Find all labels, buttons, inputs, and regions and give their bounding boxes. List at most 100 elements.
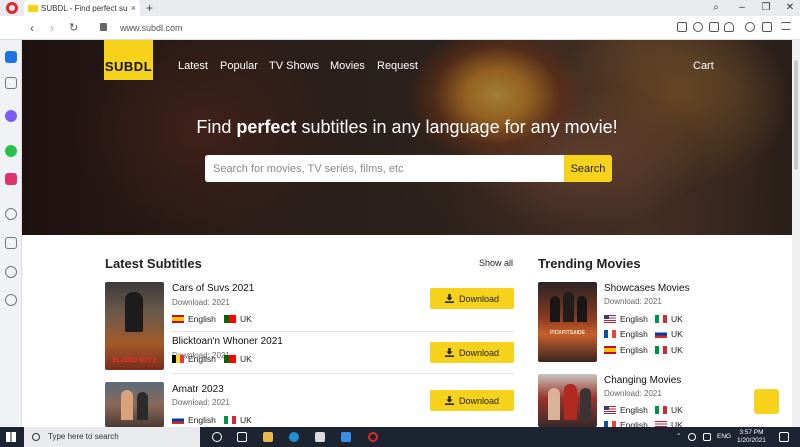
italy-flag-icon — [224, 416, 236, 424]
italy-flag-icon — [655, 346, 667, 354]
subtitle-title[interactable]: Blicktoan'n Whoner 2021 — [172, 336, 283, 347]
france-flag-icon — [604, 330, 616, 338]
movie-title[interactable]: Showcases Movies — [604, 283, 690, 294]
search-input[interactable] — [205, 155, 565, 182]
download-icon — [444, 396, 454, 405]
language-label: English — [620, 314, 648, 324]
opera-logo-icon[interactable] — [6, 2, 18, 14]
forward-icon[interactable]: › — [50, 20, 54, 36]
edge-icon[interactable] — [289, 432, 299, 442]
opera-taskbar-icon[interactable] — [368, 432, 378, 442]
language-label: UK — [671, 329, 683, 339]
mail-icon[interactable] — [341, 432, 351, 442]
new-tab-button[interactable]: + — [146, 0, 153, 16]
close-window-icon[interactable]: ✕ — [780, 0, 800, 16]
whatsapp-icon[interactable] — [5, 145, 17, 157]
notifications-icon[interactable] — [779, 432, 789, 442]
russia-flag-icon — [172, 416, 184, 424]
browser-window: SUBDL - Find perfect subtit × + ⌕ – ❐ ✕ … — [0, 0, 800, 447]
clock[interactable]: 3:57 PM 1/20/2021 — [737, 429, 766, 445]
zoom-icon[interactable] — [745, 22, 755, 32]
cortana-icon[interactable] — [212, 432, 222, 442]
movie-poster[interactable]: BLADED SUY 2 — [105, 282, 164, 370]
tab-bar: SUBDL - Find perfect subtit × + ⌕ – ❐ ✕ — [0, 0, 800, 16]
nav-popular[interactable]: Popular — [220, 60, 258, 72]
shield-icon[interactable] — [693, 22, 703, 32]
italy-flag-icon — [655, 406, 667, 414]
latest-subtitles-heading: Latest Subtitles — [105, 256, 202, 271]
settings-gear-icon[interactable] — [5, 294, 17, 306]
scrollbar-thumb[interactable] — [794, 60, 798, 170]
show-all-link[interactable]: Show all — [479, 258, 513, 268]
nav-tv-shows[interactable]: TV Shows — [269, 60, 319, 72]
back-icon[interactable]: ‹ — [30, 20, 34, 36]
tray-arrow-icon[interactable]: ⌃ — [676, 433, 681, 441]
reload-icon[interactable]: ↻ — [69, 20, 78, 36]
movie-poster[interactable]: PICKPITSAIDE — [538, 282, 597, 362]
subtitle-title[interactable]: Amatr 2023 — [172, 384, 224, 395]
volume-icon[interactable] — [703, 433, 711, 441]
language-label: English — [188, 415, 216, 425]
site-logo[interactable]: SUBDL — [104, 40, 153, 80]
hero-headline: Find perfect subtitles in any language f… — [196, 117, 618, 137]
download-icon[interactable] — [709, 22, 719, 32]
search-icon — [32, 433, 40, 441]
store-icon[interactable] — [315, 432, 325, 442]
url-field[interactable]: www.subdl.com — [120, 21, 183, 35]
language-label: English — [620, 345, 648, 355]
close-tab-icon[interactable]: × — [131, 3, 136, 13]
page-scrollbar[interactable] — [792, 40, 800, 427]
browser-tab[interactable]: SUBDL - Find perfect subtit × — [24, 0, 140, 16]
speed-dial-star-icon[interactable] — [5, 77, 17, 89]
favorites-heart-icon[interactable] — [5, 208, 17, 220]
usa-flag-icon — [604, 315, 616, 323]
settings-icon[interactable] — [5, 266, 17, 278]
download-button[interactable]: Download — [430, 288, 514, 309]
nav-request[interactable]: Request — [377, 60, 418, 72]
network-icon[interactable] — [688, 433, 696, 441]
language-label: UK — [240, 415, 252, 425]
taskbar-search-field[interactable]: Type here to search — [24, 427, 200, 447]
italy-flag-icon — [655, 315, 667, 323]
search-button[interactable]: Search — [564, 155, 612, 182]
language-label: English — [620, 329, 648, 339]
easy-setup-icon[interactable] — [781, 22, 791, 30]
movie-title[interactable]: Changing Movies — [604, 375, 681, 386]
download-icon — [444, 294, 454, 303]
start-windows-icon[interactable] — [6, 432, 16, 442]
language-label: UK — [671, 314, 683, 324]
history-icon[interactable] — [5, 237, 17, 249]
task-view-icon[interactable] — [237, 432, 247, 442]
maximize-icon[interactable]: ❐ — [756, 0, 776, 16]
spain-flag-icon — [172, 315, 184, 323]
language-label: UK — [671, 345, 683, 355]
instagram-icon[interactable] — [5, 173, 17, 185]
snapshot-icon[interactable] — [677, 22, 687, 32]
tab-title: SUBDL - Find perfect subtit — [41, 3, 128, 13]
language-label: English — [620, 405, 648, 415]
download-button[interactable]: Download — [430, 390, 514, 411]
movie-poster[interactable] — [105, 382, 164, 427]
nav-cart[interactable]: Cart — [693, 60, 714, 72]
download-button[interactable]: Download — [430, 342, 514, 363]
address-bar: ‹ › ↻ www.subdl.com — [0, 16, 800, 40]
heart-icon[interactable] — [724, 22, 734, 32]
nav-latest[interactable]: Latest — [178, 60, 208, 72]
messenger-icon[interactable] — [5, 110, 17, 122]
spain-flag-icon — [604, 346, 616, 354]
subtitle-download-info: Download: 2021 — [172, 398, 230, 407]
extensions-icon[interactable] — [762, 22, 772, 32]
search-tabs-icon[interactable]: ⌕ — [706, 0, 726, 16]
russia-flag-icon — [655, 330, 667, 338]
subtitle-download-info: Download: 2021 — [172, 298, 230, 307]
file-explorer-icon[interactable] — [263, 432, 273, 442]
usa-flag-icon — [604, 406, 616, 414]
language-indicator[interactable]: ENG — [717, 433, 731, 441]
minimize-icon[interactable]: – — [732, 0, 752, 16]
nav-movies[interactable]: Movies — [330, 60, 365, 72]
movie-poster[interactable] — [538, 374, 597, 427]
language-label: English — [188, 314, 216, 324]
floating-action-button[interactable] — [754, 389, 779, 414]
workspace-icon[interactable] — [5, 51, 17, 63]
subtitle-title[interactable]: Cars of Suvs 2021 — [172, 283, 254, 294]
